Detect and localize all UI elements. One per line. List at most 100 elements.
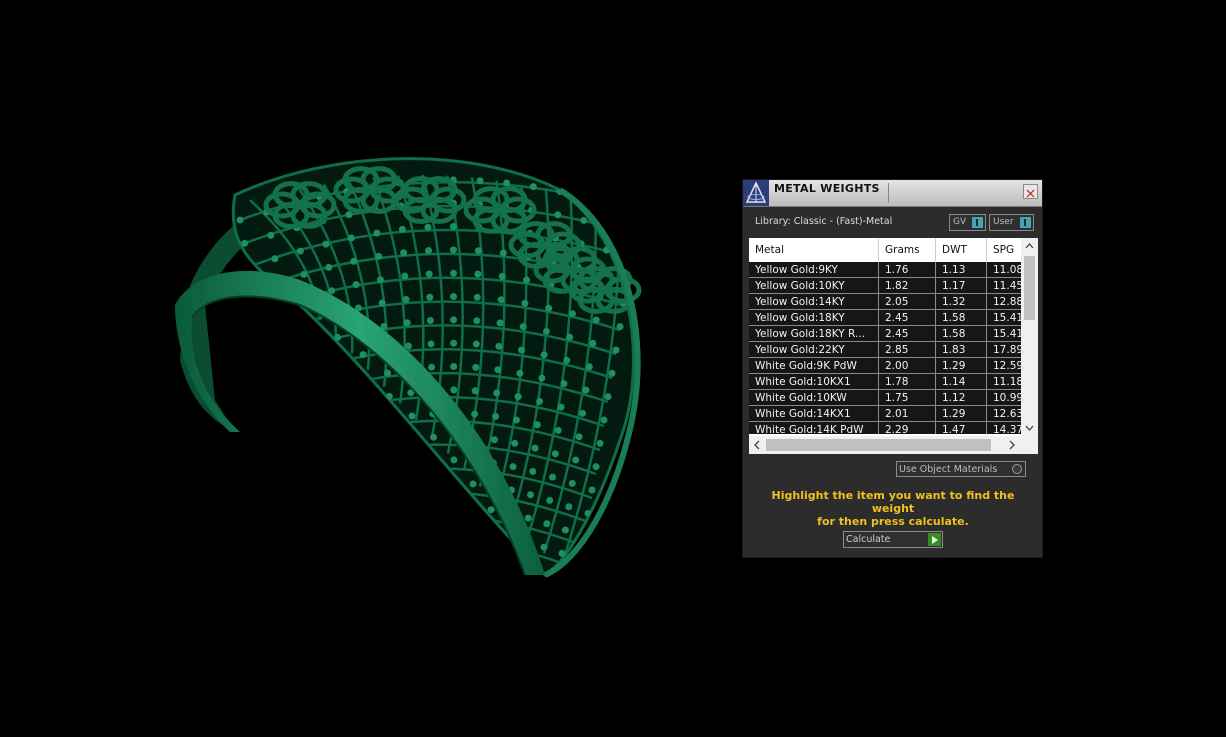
- lattice-bead: [392, 486, 400, 494]
- metal-cell: White Gold:14K PdW: [755, 424, 864, 434]
- calculate-button[interactable]: Calculate: [843, 531, 943, 548]
- library-label: Library: Classic - (Fast)-Metal: [755, 216, 893, 227]
- lattice-bead: [398, 225, 406, 233]
- table-row[interactable]: Yellow Gold:22KY 2.85 1.83 17.89: [749, 342, 1021, 358]
- gv-toggle-label: GV: [953, 217, 967, 227]
- lattice-bead: [255, 309, 263, 317]
- lattice-bead: [403, 319, 411, 327]
- scroll-down-button[interactable]: [1021, 420, 1038, 436]
- lattice-bead: [549, 473, 557, 481]
- horizontal-scrollbar[interactable]: [749, 436, 1038, 454]
- lattice-bead: [339, 380, 347, 388]
- lattice-bead: [348, 450, 356, 458]
- table-row[interactable]: White Gold:10KX1 1.78 1.14 11.18: [749, 374, 1021, 390]
- lattice-bead: [449, 223, 457, 231]
- lattice-bead: [308, 465, 316, 473]
- panel-title: METAL WEIGHTS: [774, 182, 880, 195]
- lattice-bead: [533, 421, 541, 429]
- table-row[interactable]: Yellow Gold:14KY 2.05 1.32 12.88: [749, 294, 1021, 310]
- lattice-bead: [404, 342, 412, 350]
- lattice-bead: [592, 316, 600, 324]
- grams-cell: 1.75: [885, 392, 909, 404]
- table-row[interactable]: White Gold:9K PdW 2.00 1.29 12.59: [749, 358, 1021, 374]
- lattice-bead: [335, 504, 343, 512]
- lattice-bead: [511, 439, 519, 447]
- lattice-bead: [245, 263, 253, 271]
- metal-cell: White Gold:10KW: [755, 392, 847, 404]
- scroll-right-button[interactable]: [1004, 436, 1020, 454]
- 3d-viewport[interactable]: [0, 0, 720, 733]
- lattice-bead: [430, 457, 438, 465]
- metal-cell: Yellow Gold:14KY: [755, 296, 845, 308]
- table-row[interactable]: White Gold:14K PdW 2.29 1.47 14.37: [749, 422, 1021, 434]
- lattice-bead: [450, 269, 458, 277]
- lattice-bead: [546, 496, 554, 504]
- lattice-bead: [519, 323, 527, 331]
- lattice-bead: [583, 193, 591, 201]
- lattice-bead: [585, 363, 593, 371]
- lattice-bead: [557, 403, 565, 411]
- lattice-bead: [324, 558, 332, 566]
- column-header-spg[interactable]: SPG: [993, 244, 1014, 256]
- table-row[interactable]: White Gold:10KW 1.75 1.12 10.99: [749, 390, 1021, 406]
- spg-cell: 12.88: [993, 296, 1021, 308]
- lattice-bead: [373, 491, 381, 499]
- table-row[interactable]: White Gold:14KX1 2.01 1.29 12.63: [749, 406, 1021, 422]
- lattice-bead: [566, 333, 574, 341]
- vertical-scrollbar[interactable]: [1021, 238, 1038, 436]
- gv-toggle[interactable]: GV: [949, 214, 986, 231]
- lattice-bead: [412, 482, 420, 490]
- lattice-bead: [292, 496, 300, 504]
- lattice-bead: [299, 418, 307, 426]
- lattice-bead: [514, 393, 522, 401]
- lattice-bead: [364, 397, 372, 405]
- column-divider: [935, 406, 936, 422]
- metal-cell: Yellow Gold:18KY R...: [755, 328, 865, 340]
- column-divider: [878, 326, 879, 342]
- grams-cell: 2.45: [885, 328, 909, 340]
- ring-3d-model[interactable]: [0, 0, 720, 733]
- panel-titlebar[interactable]: METAL WEIGHTS: [743, 180, 1042, 207]
- metal-cell: White Gold:10KX1: [755, 376, 851, 388]
- column-header-grams[interactable]: Grams: [885, 244, 920, 256]
- lattice-bead: [310, 340, 318, 348]
- lattice-bead: [592, 463, 600, 471]
- lattice-bead: [450, 503, 458, 511]
- close-icon: [1026, 189, 1035, 198]
- vertical-scroll-thumb[interactable]: [1024, 256, 1035, 320]
- instruction-line-1: Highlight the item you want to find the …: [771, 489, 1015, 515]
- column-header-dwt[interactable]: DWT: [942, 244, 967, 256]
- lattice-bead: [283, 325, 291, 333]
- lattice-bead: [424, 223, 432, 231]
- lattice-bead: [543, 520, 551, 528]
- lattice-bead: [366, 421, 374, 429]
- lattice-bead: [269, 379, 277, 387]
- lattice-bead: [241, 239, 249, 247]
- lattice-bead: [450, 386, 458, 394]
- calculate-label: Calculate: [846, 534, 891, 545]
- close-button[interactable]: [1023, 184, 1038, 199]
- use-object-materials-toggle[interactable]: Use Object Materials: [896, 461, 1026, 477]
- lattice-bead: [596, 439, 604, 447]
- scroll-left-button[interactable]: [749, 436, 765, 454]
- horizontal-scroll-thumb[interactable]: [766, 439, 991, 451]
- lattice-bead: [371, 467, 379, 475]
- table-row[interactable]: Yellow Gold:10KY 1.82 1.17 11.45: [749, 278, 1021, 294]
- lattice-bead: [306, 566, 314, 574]
- metal-weights-panel: METAL WEIGHTS Library: Classic - (Fast)-…: [742, 179, 1043, 558]
- lattice-bead: [350, 257, 358, 265]
- scroll-corner: [1021, 436, 1038, 454]
- lattice-bead: [337, 357, 345, 365]
- lattice-bead: [509, 463, 517, 471]
- column-divider: [878, 262, 879, 278]
- column-header-metal[interactable]: Metal: [755, 244, 784, 256]
- lattice-bead: [391, 462, 399, 470]
- user-toggle[interactable]: User: [989, 214, 1034, 231]
- column-divider: [935, 342, 936, 358]
- scroll-up-button[interactable]: [1021, 238, 1038, 254]
- table-row[interactable]: Yellow Gold:18KY 2.45 1.58 15.41: [749, 310, 1021, 326]
- table-row[interactable]: Yellow Gold:9KY 1.76 1.13 11.08: [749, 262, 1021, 278]
- table-row[interactable]: Yellow Gold:18KY R... 2.45 1.58 15.41: [749, 326, 1021, 342]
- lattice-bead: [297, 519, 305, 527]
- lattice-bead: [575, 433, 583, 441]
